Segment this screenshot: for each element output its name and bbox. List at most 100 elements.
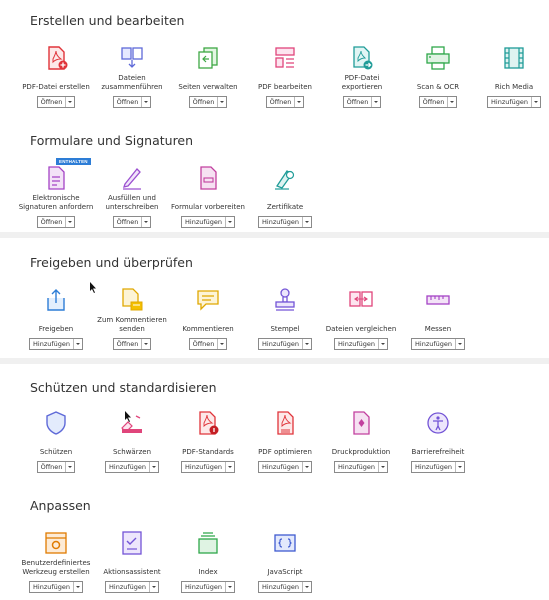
chevron-down-icon[interactable]: [149, 582, 158, 592]
tool-add-button[interactable]: Hinzufügen: [29, 581, 83, 593]
tool-share[interactable]: Freigeben Hinzufügen: [18, 287, 94, 351]
button-label: Hinzufügen: [262, 583, 299, 591]
tool-combine-files[interactable]: Dateien zusammenführen Öffnen: [94, 45, 170, 109]
chevron-down-icon[interactable]: [455, 462, 464, 472]
tool-open-button[interactable]: Öffnen: [265, 96, 305, 108]
create-pdf-icon: [43, 45, 69, 71]
tool-add-button[interactable]: Hinzufügen: [334, 461, 388, 473]
tool-label: Stempel: [270, 324, 300, 333]
tool-label: Ausfüllen und unterschreiben: [105, 194, 159, 211]
tool-add-button[interactable]: Hinzufügen: [334, 338, 388, 350]
tool-add-button[interactable]: Hinzufügen: [181, 581, 235, 593]
chevron-down-icon[interactable]: [302, 582, 311, 592]
tool-rich-media[interactable]: Rich Media Hinzufügen: [476, 45, 549, 109]
chevron-down-icon[interactable]: [302, 217, 311, 227]
tool-label: PDF bearbeiten: [258, 82, 312, 91]
send-for-comments-icon: [119, 287, 145, 313]
tool-create-custom-tool[interactable]: Benutzerdefiniertes Werkzeug erstellen H…: [18, 530, 94, 594]
comment-icon: [195, 287, 221, 313]
tool-open-button[interactable]: Öffnen: [36, 216, 76, 228]
chevron-down-icon[interactable]: [225, 217, 234, 227]
chevron-down-icon[interactable]: [294, 97, 303, 107]
tool-action-wizard[interactable]: Aktionsassistent Hinzufügen: [94, 530, 170, 594]
tool-open-button[interactable]: Öffnen: [188, 338, 228, 350]
chevron-down-icon[interactable]: [302, 462, 311, 472]
chevron-down-icon[interactable]: [378, 339, 387, 349]
tool-add-button[interactable]: Hinzufügen: [105, 581, 159, 593]
scan-ocr-icon: [425, 45, 451, 71]
request-signatures-icon: [43, 165, 69, 191]
tool-prepare-form[interactable]: Formular vorbereiten Hinzufügen: [170, 165, 246, 229]
chevron-down-icon[interactable]: [225, 462, 234, 472]
tool-add-button[interactable]: Hinzufügen: [29, 338, 83, 350]
tool-stamp[interactable]: Stempel Hinzufügen: [247, 287, 323, 351]
chevron-down-icon[interactable]: [73, 582, 82, 592]
chevron-down-icon[interactable]: [65, 462, 74, 472]
tool-open-button[interactable]: Öffnen: [36, 96, 76, 108]
tool-add-button[interactable]: Hinzufügen: [411, 338, 465, 350]
chevron-down-icon[interactable]: [141, 339, 150, 349]
tool-open-button[interactable]: Öffnen: [36, 461, 76, 473]
tool-scan-ocr[interactable]: Scan & OCR Öffnen: [400, 45, 476, 109]
chevron-down-icon[interactable]: [302, 339, 311, 349]
button-label: Hinzufügen: [338, 463, 375, 471]
tool-export-pdf[interactable]: PDF-Datei exportieren Öffnen: [324, 45, 400, 109]
tool-accessibility[interactable]: Barrierefreiheit Hinzufügen: [400, 410, 476, 474]
tool-open-button[interactable]: Öffnen: [112, 338, 152, 350]
chevron-down-icon[interactable]: [141, 97, 150, 107]
tool-edit-pdf[interactable]: PDF bearbeiten Öffnen: [247, 45, 323, 109]
tool-add-button[interactable]: Hinzufügen: [487, 96, 541, 108]
tool-pdf-standards[interactable]: PDF-Standards Hinzufügen: [170, 410, 246, 474]
tool-certificates[interactable]: Zertifikate Hinzufügen: [247, 165, 323, 229]
tool-measure[interactable]: Messen Hinzufügen: [400, 287, 476, 351]
tool-javascript[interactable]: JavaScript Hinzufügen: [247, 530, 323, 594]
tool-compare-files[interactable]: Dateien vergleichen Hinzufügen: [323, 287, 399, 351]
tool-open-button[interactable]: Öffnen: [342, 96, 382, 108]
tool-label: Aktionsassistent: [103, 567, 161, 576]
chevron-down-icon[interactable]: [225, 582, 234, 592]
prepare-form-icon: [195, 165, 221, 191]
tool-send-for-comments[interactable]: Zum Kommentieren senden Öffnen: [94, 287, 170, 351]
tool-add-button[interactable]: Hinzufügen: [181, 461, 235, 473]
tool-open-button[interactable]: Öffnen: [418, 96, 458, 108]
tool-add-button[interactable]: Hinzufügen: [411, 461, 465, 473]
chevron-down-icon[interactable]: [371, 97, 380, 107]
tool-open-button[interactable]: Öffnen: [112, 96, 152, 108]
chevron-down-icon[interactable]: [65, 217, 74, 227]
chevron-down-icon[interactable]: [217, 97, 226, 107]
tool-index[interactable]: Index Hinzufügen: [170, 530, 246, 594]
chevron-down-icon[interactable]: [217, 339, 226, 349]
button-label: Hinzufügen: [415, 463, 452, 471]
chevron-down-icon[interactable]: [73, 339, 82, 349]
button-label: Öffnen: [116, 98, 139, 106]
chevron-down-icon[interactable]: [447, 97, 456, 107]
tool-label: Freigeben: [38, 324, 74, 333]
tool-request-signatures[interactable]: Elektronische Signaturen anfordern Öffne…: [18, 165, 94, 229]
tool-add-button[interactable]: Hinzufügen: [181, 216, 235, 228]
tool-print-production[interactable]: Druckproduktion Hinzufügen: [323, 410, 399, 474]
tool-open-button[interactable]: Öffnen: [188, 96, 228, 108]
tool-add-button[interactable]: Hinzufügen: [258, 216, 312, 228]
tool-add-button[interactable]: Hinzufügen: [258, 581, 312, 593]
chevron-down-icon[interactable]: [149, 462, 158, 472]
chevron-down-icon[interactable]: [455, 339, 464, 349]
chevron-down-icon[interactable]: [65, 97, 74, 107]
tool-label: Schwärzen: [112, 447, 152, 456]
chevron-down-icon[interactable]: [531, 97, 540, 107]
chevron-down-icon[interactable]: [378, 462, 387, 472]
tool-add-button[interactable]: Hinzufügen: [105, 461, 159, 473]
tool-protect[interactable]: Schützen Öffnen: [18, 410, 94, 474]
section-title: Schützen und standardisieren: [30, 380, 217, 395]
tool-label: Index: [198, 567, 218, 576]
tool-organize-pages[interactable]: Seiten verwalten Öffnen: [170, 45, 246, 109]
section-title: Erstellen und bearbeiten: [30, 13, 185, 28]
tool-comment[interactable]: Kommentieren Öffnen: [170, 287, 246, 351]
tool-optimize-pdf[interactable]: PDF optimieren Hinzufügen: [247, 410, 323, 474]
tool-fill-sign[interactable]: Ausfüllen und unterschreiben Öffnen: [94, 165, 170, 229]
tool-label: Benutzerdefiniertes Werkzeug erstellen: [21, 559, 91, 576]
tool-create-pdf[interactable]: PDF-Datei erstellen Öffnen: [18, 45, 94, 109]
tool-add-button[interactable]: Hinzufügen: [258, 338, 312, 350]
tool-open-button[interactable]: Öffnen: [112, 216, 152, 228]
chevron-down-icon[interactable]: [141, 217, 150, 227]
tool-add-button[interactable]: Hinzufügen: [258, 461, 312, 473]
